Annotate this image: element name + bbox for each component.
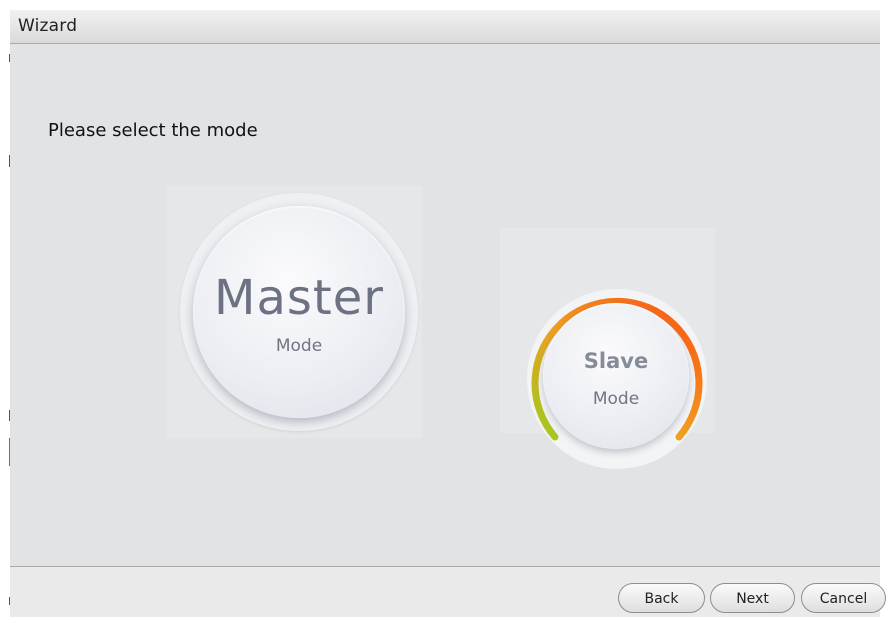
slave-mode-button[interactable]: Slave Mode	[543, 303, 689, 449]
master-mode-subtitle: Mode	[275, 336, 323, 356]
back-button[interactable]: Back	[618, 583, 705, 613]
slave-mode-subtitle: Mode	[592, 389, 640, 409]
cancel-button[interactable]: Cancel	[801, 583, 886, 613]
slave-mode-card[interactable]: Slave Mode	[500, 228, 715, 469]
window-title: Wizard	[18, 16, 78, 36]
master-mode-outer-ring: Master Mode	[180, 193, 418, 431]
master-mode-card[interactable]: Master Mode	[167, 186, 422, 438]
wizard-window: Wizard Please select the mode Master Mod…	[0, 0, 887, 617]
wizard-titlebar: Wizard	[10, 10, 880, 44]
wizard-footer: Back Next Cancel	[10, 566, 886, 617]
master-mode-title: Master	[214, 270, 384, 326]
mode-selection-prompt: Please select the mode	[48, 120, 258, 141]
slave-mode-title: Slave	[583, 349, 649, 373]
wizard-content: Please select the mode Master Mode Slave…	[10, 44, 880, 566]
master-mode-button[interactable]: Master Mode	[193, 206, 405, 418]
next-button[interactable]: Next	[710, 583, 795, 613]
